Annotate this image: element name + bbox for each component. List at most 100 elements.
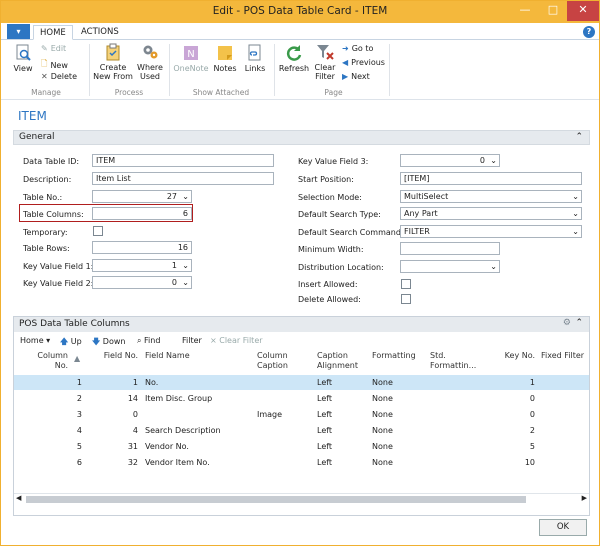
go-to-arrow-icon: ➜ bbox=[342, 44, 349, 53]
dropdown-arrow-icon[interactable]: ⌄ bbox=[572, 208, 579, 219]
find-button[interactable]: ⌕ Find bbox=[137, 336, 160, 346]
temporary-checkbox[interactable] bbox=[93, 226, 103, 236]
columns-part-header[interactable]: POS Data Table Columns ⚙ ⌃ bbox=[14, 317, 589, 332]
tab-home[interactable]: HOME bbox=[33, 25, 73, 40]
table-no-field[interactable]: 27 ⌄ bbox=[92, 190, 192, 203]
field-no-header[interactable]: Field No. bbox=[100, 351, 138, 361]
where-used-button[interactable]: Where Used bbox=[135, 43, 165, 81]
table-row[interactable]: 2 14 Item Disc. Group Left None 0 bbox=[14, 391, 589, 406]
table-row[interactable]: 5 31 Vendor No. Left None 5 bbox=[14, 439, 589, 454]
clear-filter-sub-button[interactable]: ⨯ Clear Filter bbox=[210, 336, 263, 345]
horizontal-scrollbar[interactable]: ◀ ▶ bbox=[14, 493, 589, 504]
onenote-icon: N bbox=[184, 46, 198, 60]
tab-actions[interactable]: ACTIONS bbox=[75, 25, 125, 40]
dropdown-arrow-icon[interactable]: ⌄ bbox=[490, 261, 497, 272]
close-button[interactable]: ✕ bbox=[567, 1, 599, 21]
fixed-filter-header[interactable]: Fixed Filter bbox=[541, 351, 584, 361]
column-caption-header[interactable]: Column Caption bbox=[257, 351, 288, 371]
dropdown-arrow-icon[interactable]: ⌄ bbox=[572, 226, 579, 237]
cell-formatting: None bbox=[372, 410, 393, 419]
scroll-right-icon[interactable]: ▶ bbox=[582, 494, 587, 502]
refresh-label: Refresh bbox=[278, 64, 310, 73]
app-menu-button[interactable]: ▾ bbox=[7, 24, 30, 39]
key-value-field-3-label: Key Value Field 3: bbox=[298, 157, 369, 166]
cell-field-no: 31 bbox=[127, 442, 138, 451]
caption-alignment-header[interactable]: Caption Alignment bbox=[317, 351, 358, 371]
key-no-header[interactable]: Key No. bbox=[502, 351, 535, 361]
refresh-button[interactable]: Refresh bbox=[278, 44, 310, 73]
default-search-command-value: FILTER bbox=[404, 227, 430, 236]
data-table-id-field[interactable]: ITEM bbox=[92, 154, 274, 167]
cell-column-no: 4 bbox=[76, 426, 82, 435]
previous-label: Previous bbox=[351, 58, 385, 67]
dropdown-arrow-icon[interactable]: ⌄ bbox=[182, 260, 189, 271]
insert-allowed-label: Insert Allowed: bbox=[298, 280, 358, 289]
go-to-button[interactable]: ➜ Go to bbox=[342, 44, 373, 53]
dropdown-arrow-icon[interactable]: ⌄ bbox=[182, 277, 189, 288]
collapse-icon[interactable]: ⌃ bbox=[575, 132, 583, 142]
formatting-header[interactable]: Formatting bbox=[372, 351, 416, 361]
delete-allowed-checkbox[interactable] bbox=[401, 294, 411, 304]
key-value-field-1-field[interactable]: 1 ⌄ bbox=[92, 259, 192, 272]
column-no-header[interactable]: Column No. bbox=[34, 351, 68, 371]
help-icon[interactable]: ? bbox=[583, 26, 595, 38]
links-button[interactable]: Links bbox=[241, 44, 269, 73]
scroll-left-icon[interactable]: ◀ bbox=[16, 494, 21, 502]
previous-button[interactable]: ◀ Previous bbox=[342, 58, 385, 67]
collapse-icon[interactable]: ⌃ bbox=[575, 318, 583, 328]
std-formatting-header[interactable]: Std. Formattin... bbox=[430, 351, 476, 371]
dropdown-arrow-icon[interactable]: ⌄ bbox=[572, 191, 579, 202]
cell-formatting: None bbox=[372, 394, 393, 403]
std-formatting-header-2: Formattin... bbox=[430, 361, 477, 370]
refresh-icon bbox=[286, 45, 302, 61]
down-button[interactable]: 🡇 Down bbox=[92, 336, 125, 350]
table-row[interactable]: 4 4 Search Description Left None 2 bbox=[14, 423, 589, 438]
clear-filter-button[interactable]: Clear Filter bbox=[312, 43, 338, 81]
scrollbar-thumb[interactable] bbox=[26, 496, 526, 503]
table-row[interactable]: 3 0 Image Left None 0 bbox=[14, 407, 589, 422]
field-name-header[interactable]: Field Name bbox=[145, 351, 190, 361]
description-label: Description: bbox=[23, 175, 72, 184]
notes-button[interactable]: Notes bbox=[211, 44, 239, 73]
edit-button[interactable]: ✎ Edit bbox=[41, 44, 66, 53]
start-position-field[interactable]: [ITEM] bbox=[400, 172, 582, 185]
new-button[interactable]: 🗋 New bbox=[41, 58, 68, 72]
dropdown-arrow-icon[interactable]: ⌄ bbox=[490, 155, 497, 166]
description-field[interactable]: Item List bbox=[92, 172, 274, 185]
column-no-header-2: No. bbox=[54, 361, 68, 370]
minimum-width-field[interactable] bbox=[400, 242, 500, 255]
view-button[interactable]: View bbox=[11, 44, 35, 73]
delete-button[interactable]: ✕ Delete bbox=[41, 72, 77, 81]
table-row[interactable]: 6 32 Vendor Item No. Left None 10 bbox=[14, 455, 589, 470]
filter-button[interactable]: Filter bbox=[182, 336, 202, 345]
insert-allowed-checkbox[interactable] bbox=[401, 279, 411, 289]
home-menu-button[interactable]: Home ▾ bbox=[20, 336, 50, 345]
gear-icon[interactable]: ⚙ bbox=[563, 318, 571, 328]
next-button[interactable]: ▶ Next bbox=[342, 72, 370, 81]
next-label: Next bbox=[351, 72, 370, 81]
cell-key-no: 2 bbox=[529, 426, 535, 435]
default-search-type-field[interactable]: Any Part ⌄ bbox=[400, 207, 582, 220]
edit-label: Edit bbox=[50, 44, 67, 53]
table-rows-label: Table Rows: bbox=[23, 244, 70, 253]
ribbon-tabs: ▾ HOME ACTIONS ? bbox=[1, 23, 599, 40]
ok-button[interactable]: OK bbox=[539, 519, 587, 536]
distribution-location-field[interactable]: ⌄ bbox=[400, 260, 500, 273]
maximize-button[interactable]: □ bbox=[539, 1, 567, 21]
cell-key-no: 1 bbox=[529, 378, 535, 387]
key-value-field-2-field[interactable]: 0 ⌄ bbox=[92, 276, 192, 289]
table-columns-field[interactable]: 6 bbox=[92, 207, 192, 220]
minimize-button[interactable]: — bbox=[511, 1, 539, 21]
table-row[interactable]: 1 1 No. Left None 1 bbox=[14, 375, 589, 390]
table-rows-field[interactable]: 16 bbox=[92, 241, 192, 254]
create-new-from-button[interactable]: Create New From bbox=[93, 43, 133, 81]
default-search-command-field[interactable]: FILTER ⌄ bbox=[400, 225, 582, 238]
selection-mode-field[interactable]: MultiSelect ⌄ bbox=[400, 190, 582, 203]
key-value-field-3-field[interactable]: 0 ⌄ bbox=[400, 154, 500, 167]
default-search-command-label: Default Search Command: bbox=[298, 228, 404, 237]
ribbon-separator bbox=[274, 44, 275, 96]
onenote-button[interactable]: N OneNote bbox=[173, 44, 209, 73]
up-button[interactable]: 🡅 Up bbox=[60, 336, 82, 350]
dropdown-arrow-icon[interactable]: ⌄ bbox=[182, 191, 189, 202]
general-section-header[interactable]: General ⌃ bbox=[13, 130, 590, 145]
